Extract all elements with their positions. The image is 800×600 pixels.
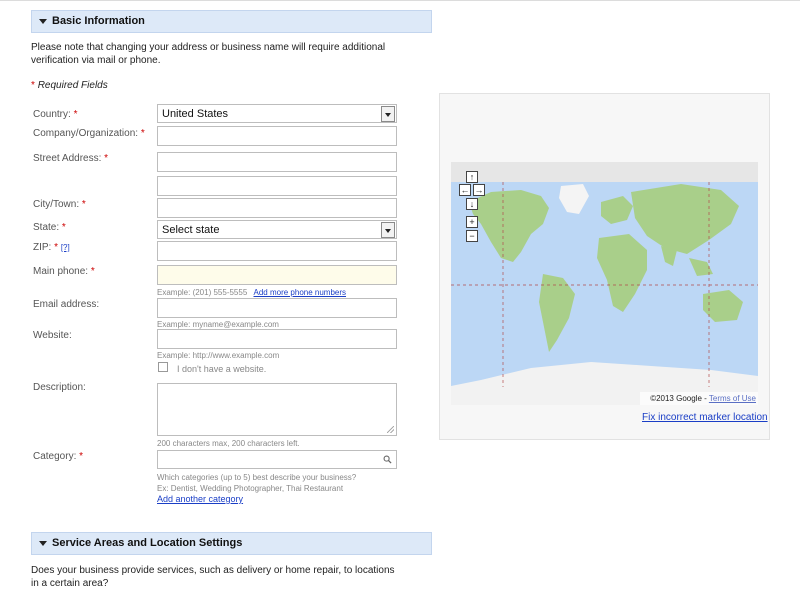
pan-right-button[interactable]: → [473, 184, 485, 196]
collapse-triangle-icon [39, 541, 47, 546]
no-website-checkbox[interactable] [158, 362, 168, 372]
category-required-mark: * [79, 451, 84, 462]
website-hint: Example: http://www.example.com [157, 351, 280, 360]
zoom-in-button[interactable]: + [466, 216, 478, 228]
terms-of-use-link[interactable]: Terms of Use [709, 394, 756, 403]
world-map-graphic [451, 162, 758, 405]
required-fields-note: * Required Fields [31, 80, 108, 91]
zip-label-text: ZIP: [33, 242, 52, 253]
street-required-mark: * [104, 153, 109, 164]
email-label: Email address: [33, 299, 100, 310]
category-input[interactable] [157, 450, 397, 469]
basic-information-title: Basic Information [52, 15, 145, 27]
city-required-mark: * [81, 199, 86, 210]
email-input[interactable] [157, 298, 397, 318]
city-label: City/Town: * [33, 199, 86, 211]
required-asterisk: * [31, 80, 35, 91]
chevron-down-icon[interactable] [381, 222, 395, 238]
website-label: Website: [33, 330, 72, 341]
street-label: Street Address: * [33, 153, 108, 165]
service-text-line1: Does your business provide services, suc… [31, 565, 395, 576]
street-label-text: Street Address: [33, 153, 102, 164]
service-text-line2: in a certain area? [31, 578, 109, 589]
main-phone-input[interactable] [157, 265, 397, 285]
main-phone-hint-text: Example: (201) 555-5555 [157, 288, 248, 297]
resize-grip-icon[interactable] [387, 426, 394, 433]
city-label-text: City/Town: [33, 199, 80, 210]
zip-help-link[interactable]: [?] [61, 243, 70, 252]
intro-text-line1: Please note that changing your address o… [31, 42, 386, 53]
map-attribution: ©2013 Google - Terms of Use [640, 392, 758, 405]
state-label-text: State: [33, 222, 60, 233]
category-hint-line2: Ex: Dentist, Wedding Photographer, Thai … [157, 484, 344, 493]
basic-information-header[interactable]: Basic Information [31, 10, 432, 33]
country-select-value: United States [162, 108, 229, 120]
no-website-label: I don't have a website. [177, 364, 267, 374]
pan-down-button[interactable]: ↓ [466, 198, 478, 210]
website-input[interactable] [157, 329, 397, 349]
zoom-out-button[interactable]: − [466, 230, 478, 242]
search-icon[interactable] [383, 455, 392, 464]
state-required-mark: * [61, 222, 66, 233]
pan-up-button[interactable]: ↑ [466, 171, 478, 183]
state-select-value: Select state [162, 224, 220, 236]
category-hint-line1: Which categories (up to 5) best describe… [157, 473, 357, 482]
add-another-category-link[interactable]: Add another category [157, 494, 243, 504]
world-map[interactable] [451, 162, 758, 405]
pan-left-button[interactable]: ← [459, 184, 471, 196]
street-address-input-1[interactable] [157, 152, 397, 172]
main-phone-label-text: Main phone: [33, 266, 89, 277]
company-required-mark: * [140, 128, 145, 139]
country-label-text: Country: [33, 109, 71, 120]
state-label: State: * [33, 222, 66, 234]
service-areas-title: Service Areas and Location Settings [52, 537, 243, 549]
state-select[interactable]: Select state [157, 220, 397, 239]
main-phone-hint: Example: (201) 555-5555 Add more phone n… [157, 287, 346, 298]
zip-label: ZIP: * [?] [33, 242, 70, 254]
country-label: Country: * [33, 109, 77, 121]
company-input[interactable] [157, 126, 397, 146]
add-more-phone-numbers-link[interactable]: Add more phone numbers [254, 288, 347, 297]
collapse-triangle-icon [39, 19, 47, 24]
company-label-text: Company/Organization: [33, 128, 139, 139]
street-address-input-2[interactable] [157, 176, 397, 196]
top-divider [0, 0, 800, 1]
main-phone-required-mark: * [90, 266, 95, 277]
country-select[interactable]: United States [157, 104, 397, 123]
description-hint: 200 characters max, 200 characters left. [157, 439, 300, 448]
main-phone-label: Main phone: * [33, 266, 95, 278]
description-label: Description: [33, 382, 86, 393]
chevron-down-icon[interactable] [381, 106, 395, 122]
description-textarea[interactable] [157, 383, 397, 436]
country-required-mark: * [73, 109, 78, 120]
city-input[interactable] [157, 198, 397, 218]
company-label: Company/Organization: * [33, 128, 145, 140]
intro-text-line2: verification via mail or phone. [31, 55, 161, 66]
zip-input[interactable] [157, 241, 397, 261]
category-label-text: Category: [33, 451, 77, 462]
map-copyright: ©2013 Google - [650, 394, 707, 403]
service-areas-header[interactable]: Service Areas and Location Settings [31, 532, 432, 555]
zip-required-mark: * [54, 242, 59, 253]
category-label: Category: * [33, 451, 83, 463]
required-fields-text: Required Fields [37, 80, 108, 91]
fix-marker-location-link[interactable]: Fix incorrect marker location [642, 412, 768, 423]
